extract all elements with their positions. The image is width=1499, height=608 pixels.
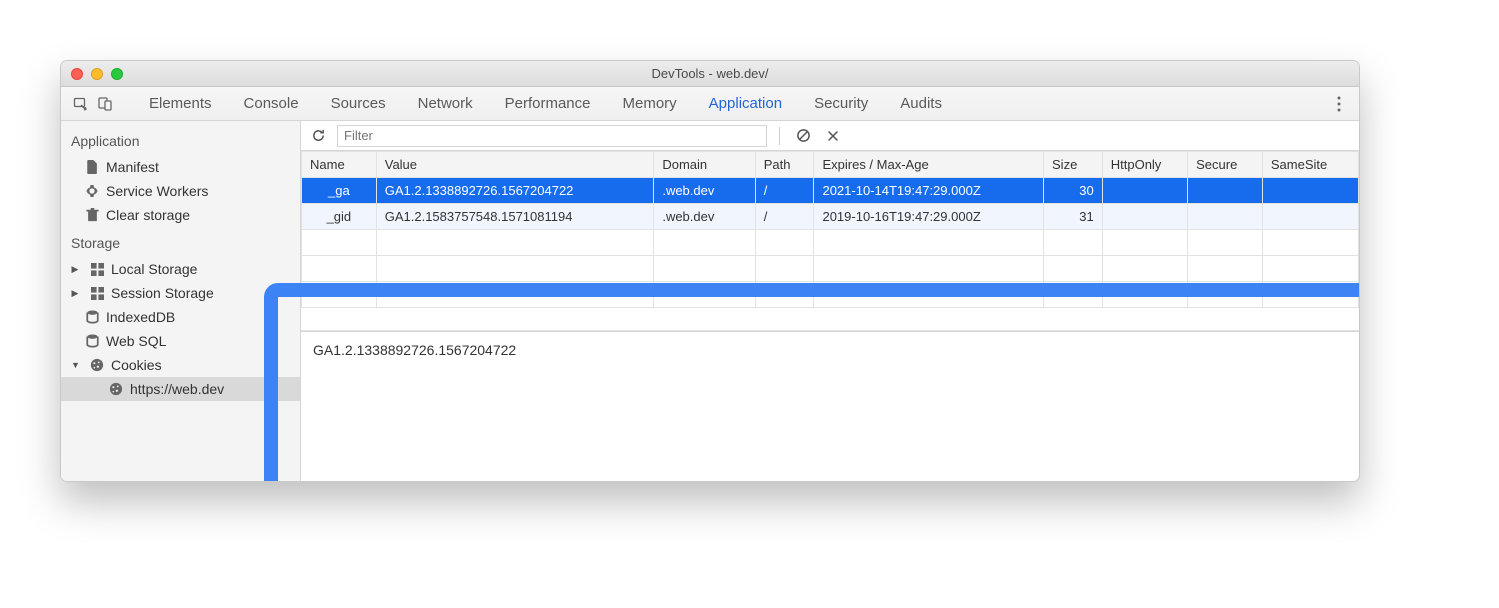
panel-tabs: Elements Console Sources Network Performance…	[61, 87, 1359, 121]
sidebar: Application Manifest Service Workers Clear …	[61, 121, 301, 481]
device-toggle-icon[interactable]	[93, 92, 117, 116]
tab-audits[interactable]: Audits	[898, 93, 944, 114]
tab-memory[interactable]: Memory	[621, 93, 679, 114]
table-cell	[1102, 178, 1187, 204]
maximize-icon[interactable]	[111, 68, 123, 80]
refresh-icon[interactable]	[307, 125, 329, 147]
table-cell: 2021-10-14T19:47:29.000Z	[814, 178, 1044, 204]
table-cell: 2019-10-16T19:47:29.000Z	[814, 204, 1044, 230]
table-row-empty	[302, 256, 1359, 282]
expand-arrow-icon[interactable]: ▼	[71, 360, 79, 370]
table-cell: GA1.2.1338892726.1567204722	[376, 178, 654, 204]
column-header[interactable]: Name	[302, 152, 377, 178]
tab-elements[interactable]: Elements	[147, 93, 214, 114]
tab-network[interactable]: Network	[416, 93, 475, 114]
table-cell: .web.dev	[654, 204, 755, 230]
sidebar-item-manifest[interactable]: Manifest	[61, 155, 300, 179]
gear-icon	[85, 184, 99, 198]
grid-icon	[90, 286, 104, 300]
table-row-empty	[302, 230, 1359, 256]
db-icon	[85, 310, 99, 324]
table-cell: _ga	[302, 178, 377, 204]
table-cell	[1188, 204, 1263, 230]
sidebar-item-cookies-origin[interactable]: https://web.dev	[61, 377, 300, 401]
close-icon[interactable]	[71, 68, 83, 80]
table-cell	[1262, 178, 1358, 204]
window-title: DevTools - web.dev/	[61, 66, 1359, 81]
tab-performance[interactable]: Performance	[503, 93, 593, 114]
filter-input[interactable]	[337, 125, 767, 147]
sidebar-item-label: Cookies	[111, 357, 162, 373]
trash-icon	[85, 208, 99, 222]
cookie-icon	[90, 358, 104, 372]
sidebar-item-label: IndexedDB	[106, 309, 175, 325]
table-cell	[1262, 204, 1358, 230]
sidebar-item-label: https://web.dev	[130, 381, 224, 397]
inspect-icon[interactable]	[69, 92, 93, 116]
sidebar-item-clear-storage[interactable]: Clear storage	[61, 203, 300, 227]
sidebar-section-storage: Storage	[61, 227, 300, 257]
clear-all-icon[interactable]	[792, 125, 814, 147]
table-cell: GA1.2.1583757548.1571081194	[376, 204, 654, 230]
delete-icon[interactable]	[822, 125, 844, 147]
table-cell: _gid	[302, 204, 377, 230]
cookie-value-detail: GA1.2.1338892726.1567204722	[313, 342, 516, 358]
cookie-icon	[109, 382, 123, 396]
cookie-detail: GA1.2.1338892726.1567204722	[301, 331, 1359, 481]
cookies-panel: NameValueDomainPathExpires / Max-AgeSize…	[301, 121, 1359, 481]
sidebar-item-local-storage[interactable]: ▶ Local Storage	[61, 257, 300, 281]
tab-security[interactable]: Security	[812, 93, 870, 114]
titlebar: DevTools - web.dev/	[61, 61, 1359, 87]
tab-application[interactable]: Application	[707, 93, 784, 114]
sidebar-item-label: Session Storage	[111, 285, 214, 301]
table-row[interactable]: _gidGA1.2.1583757548.1571081194.web.dev/…	[302, 204, 1359, 230]
minimize-icon[interactable]	[91, 68, 103, 80]
column-header[interactable]: SameSite	[1262, 152, 1358, 178]
column-header[interactable]: Size	[1044, 152, 1103, 178]
sidebar-item-label: Web SQL	[106, 333, 166, 349]
table-cell: .web.dev	[654, 178, 755, 204]
sidebar-item-web-sql[interactable]: Web SQL	[61, 329, 300, 353]
devtools-window: DevTools - web.dev/ Elements Console Sourc…	[60, 60, 1360, 482]
sidebar-item-service-workers[interactable]: Service Workers	[61, 179, 300, 203]
sidebar-item-indexeddb[interactable]: IndexedDB	[61, 305, 300, 329]
sidebar-item-label: Local Storage	[111, 261, 197, 277]
sidebar-item-label: Manifest	[106, 159, 159, 175]
column-header[interactable]: HttpOnly	[1102, 152, 1187, 178]
column-header[interactable]: Value	[376, 152, 654, 178]
db-icon	[85, 334, 99, 348]
column-header[interactable]: Expires / Max-Age	[814, 152, 1044, 178]
cookies-table: NameValueDomainPathExpires / Max-AgeSize…	[301, 151, 1359, 308]
more-icon[interactable]	[1327, 96, 1351, 112]
table-cell: /	[755, 178, 814, 204]
table-row-empty	[302, 282, 1359, 308]
table-cell: /	[755, 204, 814, 230]
grid-icon	[90, 262, 104, 276]
column-header[interactable]: Path	[755, 152, 814, 178]
sidebar-item-cookies[interactable]: ▼ Cookies	[61, 353, 300, 377]
file-icon	[85, 160, 99, 174]
table-cell: 30	[1044, 178, 1103, 204]
table-row[interactable]: _gaGA1.2.1338892726.1567204722.web.dev/2…	[302, 178, 1359, 204]
column-header[interactable]: Secure	[1188, 152, 1263, 178]
tab-console[interactable]: Console	[242, 93, 301, 114]
tab-sources[interactable]: Sources	[329, 93, 388, 114]
sidebar-item-session-storage[interactable]: ▶ Session Storage	[61, 281, 300, 305]
table-cell	[1188, 178, 1263, 204]
sidebar-item-label: Clear storage	[106, 207, 190, 223]
expand-arrow-icon[interactable]: ▶	[71, 264, 79, 275]
filter-bar	[301, 121, 1359, 151]
table-cell: 31	[1044, 204, 1103, 230]
table-cell	[1102, 204, 1187, 230]
sidebar-section-application: Application	[61, 125, 300, 155]
column-header[interactable]: Domain	[654, 152, 755, 178]
expand-arrow-icon[interactable]: ▶	[71, 288, 79, 299]
sidebar-item-label: Service Workers	[106, 183, 208, 199]
